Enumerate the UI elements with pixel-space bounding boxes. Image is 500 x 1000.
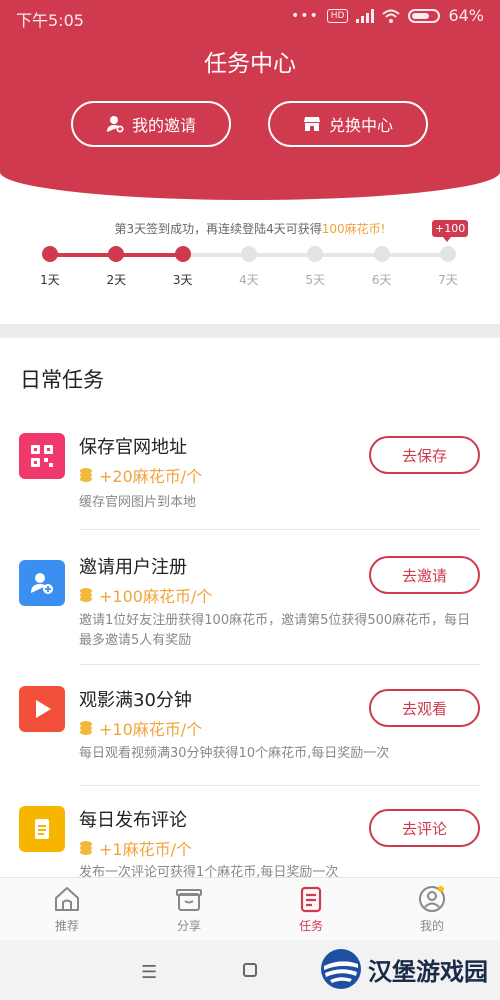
checkin-dot <box>373 246 390 262</box>
checkin-dot <box>307 246 324 262</box>
checkin-dot <box>440 246 456 262</box>
watermark-text: 汉堡游戏园 <box>368 956 488 986</box>
coin-icon <box>80 841 92 855</box>
checkin-reward-highlight: 100麻花币! <box>321 222 386 236</box>
checkin-day-label: 3天 <box>172 273 193 287</box>
coin-icon <box>80 468 92 482</box>
coin-icon <box>80 588 92 602</box>
my-invitation-label: 我的邀请 <box>131 116 196 135</box>
checkin-day-6: 6天 <box>352 246 412 288</box>
daily-tasks-title: 日常任务 <box>20 368 104 392</box>
go-save-button[interactable]: 去保存 <box>369 436 480 474</box>
task-description: 每日观看视频满30分钟获得10个麻花币,每日奖励一次 <box>79 746 390 761</box>
battery-percent: 64% <box>448 6 484 25</box>
bonus-badge: +100 <box>432 220 469 242</box>
battery-icon <box>408 8 441 23</box>
checkin-day-3: 3天 <box>153 246 213 288</box>
section-separator <box>0 324 500 338</box>
task-reward: +10麻花币/个 <box>79 716 202 740</box>
gift-box-icon <box>176 889 202 911</box>
add-user-icon <box>19 560 65 606</box>
divider <box>79 785 481 786</box>
exchange-center-button[interactable]: 兑换中心 <box>268 101 428 147</box>
tab-label: 推荐 <box>54 919 79 933</box>
home-icon <box>55 887 79 911</box>
checkin-day-label: 6天 <box>371 273 392 287</box>
task-center-screen: 下午5:05 ••• HD 64% 任务中心 我的邀请 兑换中心 第3天签到成功… <box>0 0 500 1000</box>
go-invite-button[interactable]: 去邀请 <box>369 556 480 594</box>
status-icons: ••• HD 64% <box>291 6 484 25</box>
divider <box>79 664 481 665</box>
tab-tasks[interactable]: 任务 <box>271 884 351 934</box>
play-icon <box>19 686 65 732</box>
watermark-logo-icon <box>321 949 361 989</box>
task-name: 观影满30分钟 <box>79 690 192 711</box>
tab-share[interactable]: 分享 <box>149 884 229 934</box>
checkin-message-text: 第3天签到成功，再连续登陆4天可获得 <box>114 222 322 236</box>
task-reward-text: +20麻花币/个 <box>99 467 203 486</box>
tab-label: 分享 <box>176 919 201 933</box>
signal-icon <box>356 8 375 23</box>
checkin-dot <box>42 246 58 262</box>
checkin-day-7: 7天 <box>418 246 478 288</box>
notification-dots-icon: ••• <box>290 7 319 24</box>
home-square-icon[interactable] <box>243 963 257 977</box>
checkin-day-label: 1天 <box>40 273 60 287</box>
task-description: 邀请1位好友注册获得100麻花币，邀请第5位获得500麻花币，每日最多邀请5人有… <box>79 613 471 648</box>
task-reward: +100麻花币/个 <box>79 583 212 607</box>
task-reward: +1麻花币/个 <box>79 836 192 860</box>
task-name: 邀请用户注册 <box>79 557 187 578</box>
qr-code-icon <box>19 433 65 479</box>
hd-badge: HD <box>326 8 349 23</box>
coin-icon <box>80 721 92 735</box>
wifi-icon <box>382 9 401 23</box>
watermark: 汉堡游戏园 <box>320 948 488 990</box>
checkin-day-label: 4天 <box>239 273 259 287</box>
user-invite-icon <box>106 116 124 133</box>
go-comment-button[interactable]: 去评论 <box>369 809 480 847</box>
tab-label: 任务 <box>298 919 323 933</box>
task-icon <box>300 886 322 913</box>
divider <box>79 529 481 530</box>
task-reward-text: +10麻花币/个 <box>99 720 203 739</box>
task-description: 缓存官网图片到本地 <box>79 495 197 510</box>
checkin-day-label: 7天 <box>438 273 458 287</box>
profile-icon <box>419 886 445 912</box>
task-name: 保存官网地址 <box>79 437 187 458</box>
checkin-day-label: 5天 <box>305 273 326 287</box>
checkin-day-4: 4天 <box>219 246 279 288</box>
tab-mine[interactable]: 我的 <box>392 884 472 934</box>
tab-recommend[interactable]: 推荐 <box>27 884 107 934</box>
exchange-center-label: 兑换中心 <box>328 116 393 135</box>
checkin-day-2: 2天 <box>86 246 146 288</box>
checkin-dot <box>108 246 125 262</box>
task-reward: +20麻花币/个 <box>79 463 202 487</box>
header-banner: 下午5:05 ••• HD 64% 任务中心 我的邀请 兑换中心 <box>0 0 500 200</box>
store-icon <box>303 117 320 131</box>
task-reward-text: +1麻花币/个 <box>99 840 192 859</box>
checkin-message: 第3天签到成功，再连续登陆4天可获得100麻花币! <box>0 220 500 237</box>
task-name: 每日发布评论 <box>79 810 187 831</box>
checkin-day-1: 1天 <box>20 246 80 288</box>
checkin-day-label: 2天 <box>106 273 127 287</box>
go-watch-button[interactable]: 去观看 <box>369 689 480 727</box>
my-invitation-button[interactable]: 我的邀请 <box>71 101 231 147</box>
page-title: 任务中心 <box>204 51 296 77</box>
document-icon <box>19 806 65 852</box>
task-reward-text: +100麻花币/个 <box>99 587 213 606</box>
tab-label: 我的 <box>419 919 444 933</box>
checkin-dot <box>241 246 257 262</box>
checkin-dot <box>174 246 191 262</box>
menu-icon[interactable]: ☰ <box>141 962 157 983</box>
status-bar: 下午5:05 ••• HD 64% <box>0 0 500 34</box>
status-time: 下午5:05 <box>16 11 84 30</box>
bottom-tab-bar: 推荐 分享 任务 我的 <box>0 877 500 940</box>
checkin-day-5: 5天 <box>285 246 345 288</box>
